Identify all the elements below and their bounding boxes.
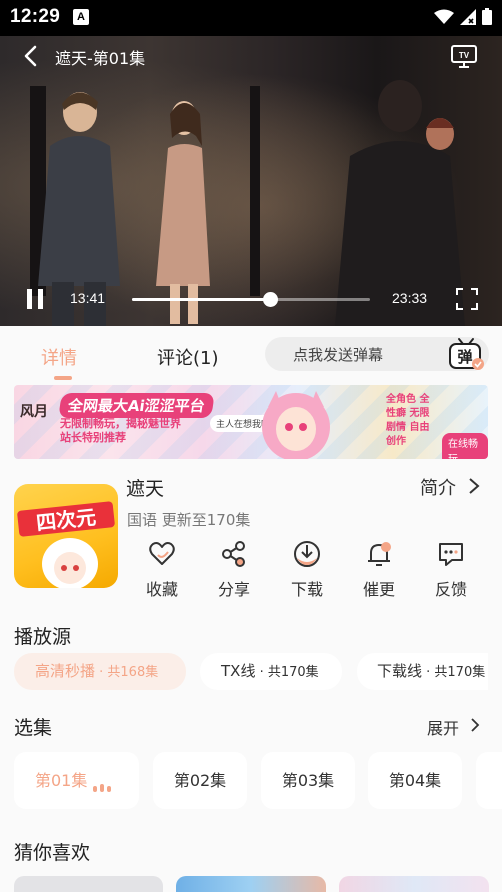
status-bar: 12:29 A: [0, 0, 502, 36]
progress-track[interactable]: [132, 292, 370, 307]
source-chip-tx[interactable]: TX线 · 共170集: [200, 653, 342, 690]
tab-indicator: [54, 376, 72, 380]
episode-chip-4[interactable]: 第04集: [368, 752, 462, 809]
show-title: 遮天: [126, 478, 165, 500]
source-count: · 共168集: [95, 665, 159, 680]
episode-chip-3[interactable]: 第03集: [261, 752, 355, 809]
chevron-right-icon[interactable]: [467, 476, 481, 496]
back-icon[interactable]: [20, 44, 44, 68]
recommend-card[interactable]: [339, 876, 489, 892]
screen: 12:29 A 遮天-第01集 TV 13:41 23:33 详情 评论(1) …: [0, 0, 502, 892]
recommend-heading: 猜你喜欢: [14, 842, 91, 864]
pause-icon[interactable]: [25, 288, 45, 310]
tab-comments[interactable]: 评论(1): [157, 344, 219, 370]
episode-list: 第01集 第02集 第03集 第04集: [14, 752, 502, 810]
source-list: 高清秒播 · 共168集 TX线 · 共170集 下载线 · 共170集: [14, 653, 488, 693]
player-controls: 13:41 23:33: [0, 276, 502, 322]
recommend-list: [14, 876, 502, 892]
source-count: · 共170集: [255, 665, 319, 680]
episode-label: 第01集: [35, 771, 88, 790]
feedback-label: 反馈: [434, 580, 467, 599]
episode-chip-5[interactable]: [476, 752, 502, 809]
share-label: 分享: [217, 580, 250, 599]
favorite-button[interactable]: 收藏: [132, 540, 192, 600]
episode-chip-1[interactable]: 第01集: [14, 752, 139, 809]
ad-character-image: [262, 391, 330, 459]
tab-details[interactable]: 详情: [41, 344, 77, 370]
battery-icon: [482, 8, 492, 25]
chevron-right-icon[interactable]: [469, 716, 481, 734]
episodes-heading: 选集: [14, 717, 53, 739]
svg-text:弹: 弹: [457, 348, 472, 366]
svg-text:TV: TV: [459, 51, 470, 60]
feedback-button[interactable]: 反馈: [421, 540, 481, 600]
ad-banner[interactable]: 风月 全网最大Ai涩涩平台 无限制畅玩，揭秘魅世界 站长特别推荐 主人在想我吗?…: [14, 385, 488, 459]
ad-play-button[interactable]: 在线畅玩: [442, 433, 488, 459]
system-icons: [434, 8, 492, 25]
svg-text:四次元: 四次元: [35, 505, 97, 535]
source-name: 高清秒播: [35, 662, 96, 680]
share-icon: [222, 541, 245, 567]
expand-link[interactable]: 展开: [427, 715, 459, 739]
show-meta: 国语 更新至170集: [127, 511, 251, 529]
source-chip-download[interactable]: 下载线 · 共170集: [357, 653, 488, 690]
bell-icon: [368, 542, 391, 566]
video-title: 遮天-第01集: [55, 49, 146, 68]
notification-a-icon: A: [73, 9, 89, 25]
tv-cast-icon[interactable]: TV: [450, 43, 478, 69]
source-name: 下载线: [377, 662, 423, 680]
detail-panel: 详情 评论(1) 点我发送弹幕 弹 风月 全网最大Ai涩涩平台 无限制畅玩，揭秘…: [0, 326, 502, 892]
source-count: · 共170集: [422, 665, 486, 680]
download-icon: [294, 541, 320, 567]
video-player[interactable]: 遮天-第01集 TV 13:41 23:33: [0, 36, 502, 326]
cover-art: 四次元: [17, 501, 115, 588]
danmaku-input[interactable]: 点我发送弹幕 弹: [265, 337, 489, 371]
urge-update-label: 催更: [362, 580, 395, 599]
fullscreen-icon[interactable]: [456, 288, 478, 310]
ad-logo: 风月: [20, 404, 48, 420]
current-time: 13:41: [70, 290, 106, 306]
episode-chip-2[interactable]: 第02集: [153, 752, 247, 809]
urge-update-button[interactable]: 催更: [349, 540, 409, 600]
status-time: 12:29: [10, 6, 61, 27]
episode-label: 第02集: [173, 771, 227, 790]
recommend-card[interactable]: [14, 876, 163, 892]
progress-thumb[interactable]: [263, 292, 279, 307]
feedback-icon: [439, 543, 463, 566]
total-time: 23:33: [392, 290, 428, 306]
sources-heading: 播放源: [14, 626, 72, 648]
signal-icon: [460, 8, 476, 25]
heart-icon: [149, 542, 175, 565]
download-label: 下载: [290, 580, 323, 599]
source-name: TX线: [221, 662, 256, 680]
episode-label: 第03集: [281, 771, 335, 790]
share-button[interactable]: 分享: [204, 540, 264, 600]
wifi-icon: [434, 9, 454, 24]
danmaku-tv-icon[interactable]: 弹: [447, 337, 485, 371]
progress-fill: [132, 298, 271, 301]
ad-subtitle: 无限制畅玩，揭秘魅世界 站长特别推荐: [60, 417, 181, 444]
source-chip-hd[interactable]: 高清秒播 · 共168集: [14, 653, 186, 690]
episode-label: 第04集: [388, 771, 442, 790]
intro-link[interactable]: 简介: [420, 474, 456, 500]
action-bar: 收藏 分享 下载 催更 反馈: [125, 540, 485, 600]
ad-tags: 全角色 全性癖 无限剧情 自由创作: [386, 394, 430, 447]
recommend-card[interactable]: [176, 876, 326, 892]
show-cover[interactable]: 四次元: [14, 484, 118, 588]
ad-headline: 全网最大Ai涩涩平台: [58, 393, 215, 418]
tab-bar: 详情 评论(1) 点我发送弹幕 弹: [0, 326, 502, 382]
playing-indicator-icon: [93, 784, 111, 792]
favorite-label: 收藏: [145, 580, 178, 599]
download-button[interactable]: 下载: [277, 540, 337, 600]
video-top-bar: 遮天-第01集 TV: [0, 36, 502, 76]
danmaku-placeholder: 点我发送弹幕: [293, 346, 384, 364]
